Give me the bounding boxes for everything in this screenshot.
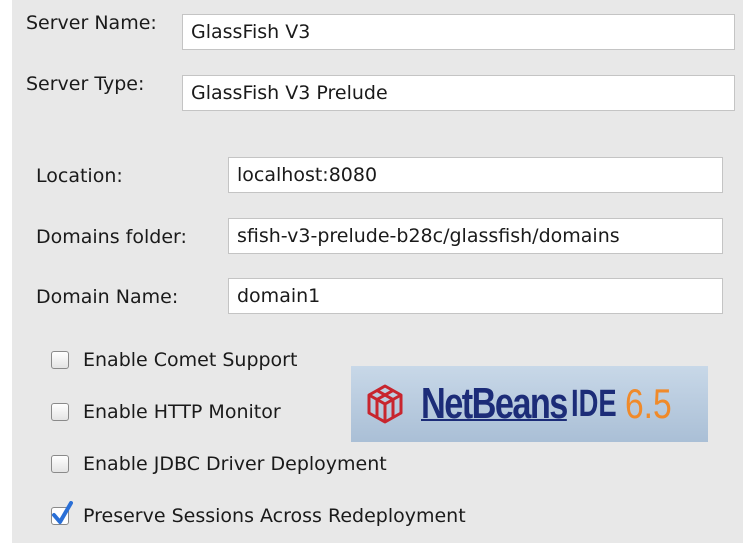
netbeans-ide-text: IDE — [571, 383, 617, 425]
domain-name-label: Domain Name: — [36, 286, 179, 308]
server-name-field[interactable]: GlassFish V3 — [182, 14, 735, 50]
enable-http-monitor-label: Enable HTTP Monitor — [83, 401, 281, 423]
location-label: Location: — [36, 165, 123, 187]
server-type-label: Server Type: — [26, 73, 145, 95]
enable-comet-support-label: Enable Comet Support — [83, 349, 298, 371]
domains-folder-field[interactable]: sfish-v3-prelude-b28c/glassfish/domains — [228, 218, 723, 254]
netbeans-brand-text: NetBeans — [421, 379, 568, 428]
enable-comet-support-checkbox[interactable] — [51, 351, 69, 369]
netbeans-version-text: 6.5 — [625, 380, 672, 427]
enable-http-monitor-option[interactable]: Enable HTTP Monitor — [51, 398, 281, 426]
server-name-label: Server Name: — [26, 12, 157, 34]
enable-http-monitor-checkbox[interactable] — [51, 403, 69, 421]
enable-jdbc-driver-deployment-checkbox[interactable] — [51, 455, 69, 473]
checkmark-icon — [52, 501, 73, 524]
enable-jdbc-driver-deployment-option[interactable]: Enable JDBC Driver Deployment — [51, 450, 387, 478]
domain-name-field[interactable]: domain1 — [228, 278, 723, 314]
netbeans-cube-icon — [367, 384, 403, 424]
server-type-field[interactable]: GlassFish V3 Prelude — [182, 75, 735, 111]
domains-folder-label: Domains folder: — [36, 226, 187, 248]
preserve-sessions-label: Preserve Sessions Across Redeployment — [83, 505, 466, 527]
enable-jdbc-driver-deployment-label: Enable JDBC Driver Deployment — [83, 453, 387, 475]
netbeans-ide-banner: NetBeans IDE 6.5 — [351, 366, 708, 442]
location-field[interactable]: localhost:8080 — [228, 157, 723, 193]
preserve-sessions-checkbox[interactable] — [51, 501, 73, 525]
enable-comet-support-option[interactable]: Enable Comet Support — [51, 346, 297, 374]
preserve-sessions-option[interactable]: Preserve Sessions Across Redeployment — [51, 501, 466, 530]
